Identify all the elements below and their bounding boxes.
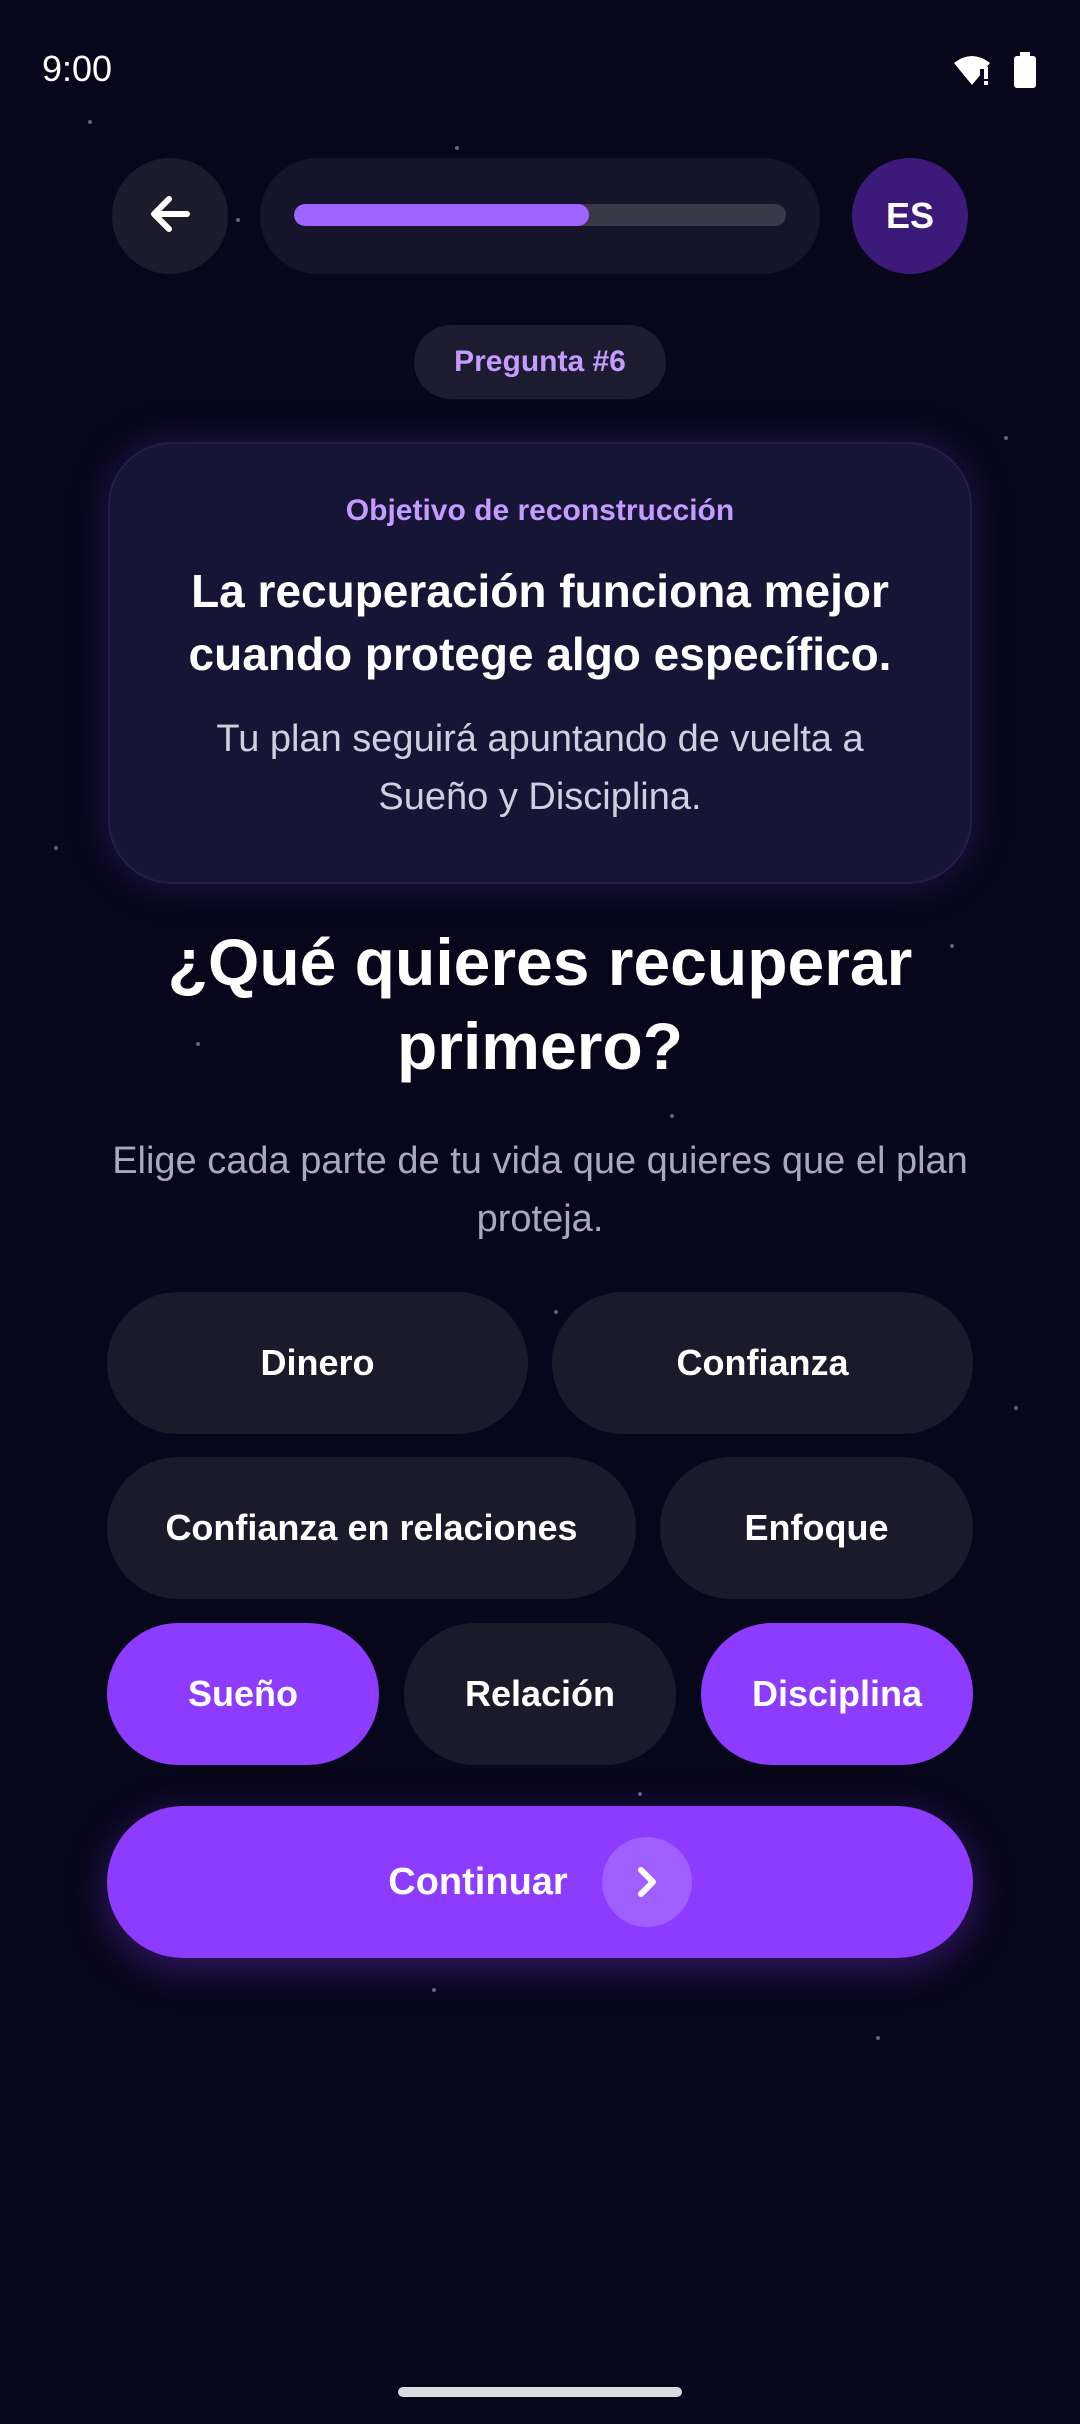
continue-button[interactable]: Continuar: [107, 1806, 973, 1958]
back-button[interactable]: [112, 158, 228, 274]
option-disciplina[interactable]: Disciplina: [701, 1623, 973, 1765]
info-card: Objetivo de reconstrucción La recuperaci…: [108, 442, 972, 884]
progress-fill: [294, 204, 590, 226]
home-indicator[interactable]: [398, 2387, 682, 2397]
progress-track: [294, 204, 786, 226]
card-subtitle: Objetivo de reconstrucción: [345, 494, 735, 527]
language-label: ES: [885, 195, 935, 236]
status-time: 9:00: [42, 48, 113, 89]
option-sueno[interactable]: Sueño: [107, 1623, 379, 1765]
option-label: Disciplina: [751, 1673, 923, 1714]
option-label: Dinero: [260, 1342, 375, 1383]
top-bar: ES: [112, 158, 968, 274]
option-relacion[interactable]: Relación: [404, 1623, 676, 1765]
continue-label: Continuar: [388, 1860, 568, 1903]
battery-icon: [1014, 52, 1036, 93]
card-headline: La recuperación funciona mejor cuando pr…: [188, 565, 892, 680]
progress-bar: [260, 158, 820, 274]
question-title: ¿Qué quieres recuperar primero?: [167, 925, 913, 1083]
option-confianza[interactable]: Confianza: [552, 1292, 973, 1434]
option-label: Confianza: [676, 1342, 849, 1383]
option-label: Enfoque: [744, 1507, 889, 1548]
option-confianza-en-relaciones[interactable]: Confianza en relaciones: [107, 1457, 636, 1599]
status-bar: 9:00: [0, 0, 1080, 140]
option-enfoque[interactable]: Enfoque: [660, 1457, 973, 1599]
question-badge: Pregunta #6: [414, 325, 666, 399]
question-hint: Elige cada parte de tu vida que quieres …: [112, 1140, 968, 1240]
wifi-alert-icon: [952, 53, 992, 92]
chevron-right-icon: [601, 1837, 692, 1927]
arrow-left-icon: [147, 191, 193, 242]
option-label: Sueño: [187, 1673, 298, 1714]
option-label: Confianza en relaciones: [165, 1507, 578, 1548]
card-body: Tu plan seguirá apuntando de vuelta a Su…: [216, 718, 864, 818]
option-label: Relación: [464, 1673, 616, 1714]
language-button[interactable]: ES: [852, 158, 968, 274]
option-dinero[interactable]: Dinero: [107, 1292, 528, 1434]
